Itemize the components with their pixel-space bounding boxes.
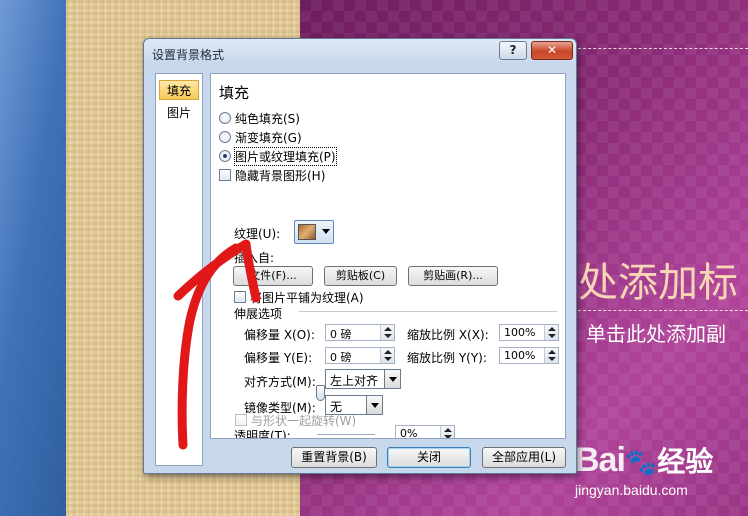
annotation-arrow-icon [173,239,261,450]
